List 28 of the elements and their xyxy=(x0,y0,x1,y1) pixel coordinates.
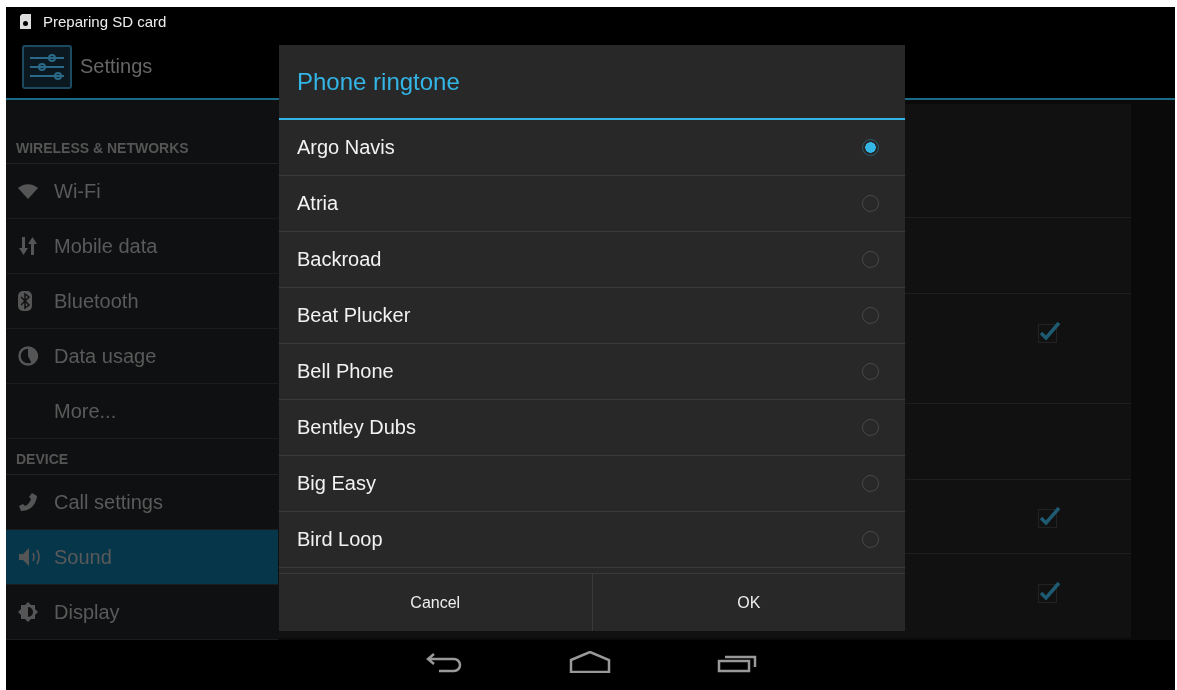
checkbox[interactable] xyxy=(1037,320,1061,343)
up-down-arrows-icon xyxy=(18,237,38,255)
ringtone-option[interactable]: Backroad xyxy=(279,232,905,288)
dialog-title: Phone ringtone xyxy=(297,67,460,96)
brightness-icon xyxy=(18,602,38,622)
ringtone-option[interactable]: Beat Plucker xyxy=(279,288,905,344)
ringtone-option[interactable]: Big Easy xyxy=(279,456,905,512)
phone-icon xyxy=(18,492,38,512)
ringtone-option[interactable]: Bentley Dubs xyxy=(279,400,905,456)
bluetooth-icon xyxy=(18,291,32,311)
settings-app-icon[interactable] xyxy=(22,44,72,89)
sd-card-icon xyxy=(20,13,31,29)
checkbox[interactable] xyxy=(1037,505,1061,528)
radio-button[interactable] xyxy=(862,139,879,156)
ringtone-option[interactable]: Bird Loop xyxy=(279,512,905,568)
ringtone-option[interactable]: Argo Navis xyxy=(279,120,905,176)
section-header: WIRELESS & NETWORKS xyxy=(16,140,189,156)
back-icon[interactable] xyxy=(424,651,463,673)
home-icon[interactable] xyxy=(568,651,611,673)
app-title: Settings xyxy=(80,55,153,78)
speaker-icon xyxy=(18,547,42,567)
ringtone-option[interactable]: Bell Phone xyxy=(279,344,905,400)
checkbox[interactable] xyxy=(1037,580,1061,603)
pie-chart-icon xyxy=(18,346,38,366)
section-header: DEVICE xyxy=(16,451,69,467)
wifi-icon xyxy=(18,183,38,199)
notification-text: Preparing SD card xyxy=(43,12,167,30)
ringtone-option[interactable]: Atria xyxy=(279,176,905,232)
